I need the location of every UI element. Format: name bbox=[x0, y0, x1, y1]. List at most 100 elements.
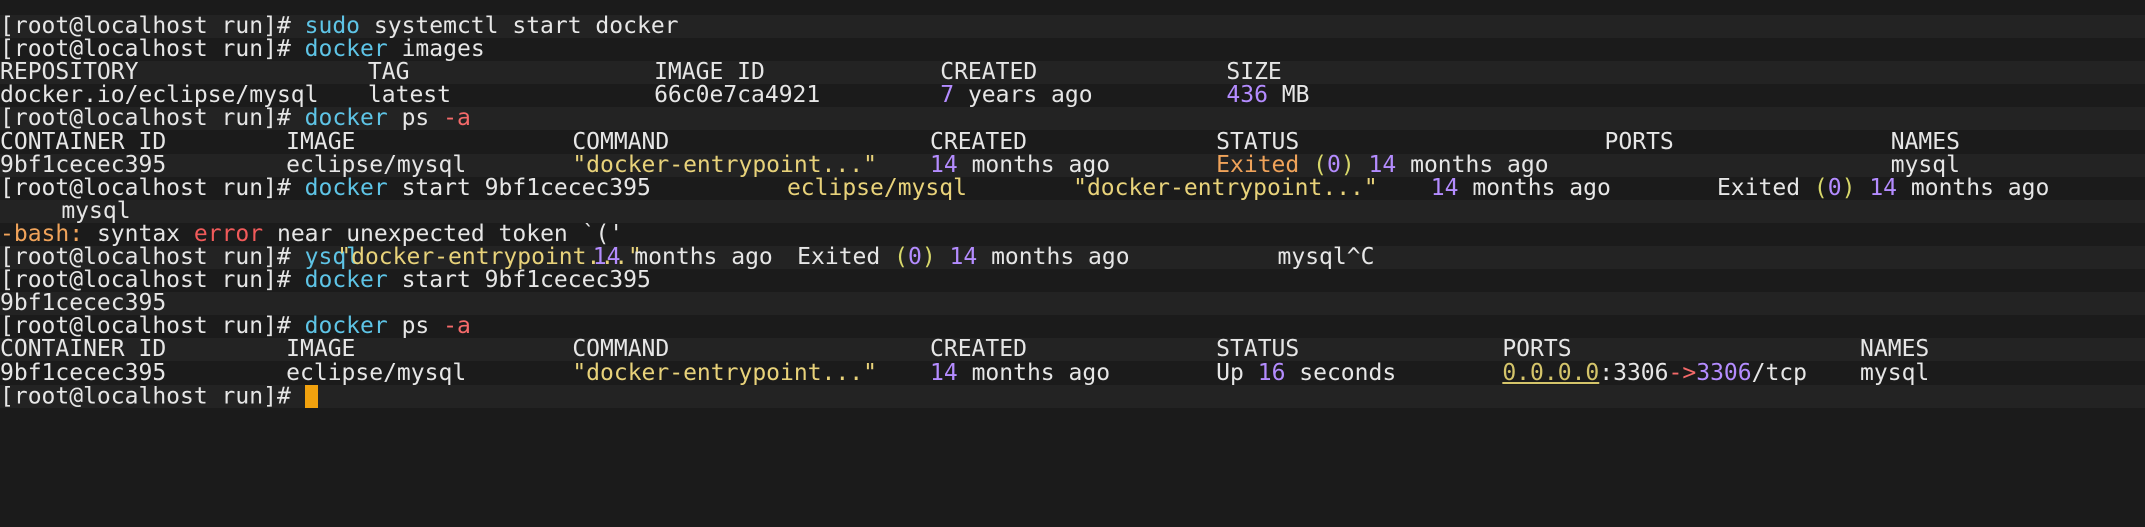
terminal-text: Exited bbox=[1216, 153, 1314, 177]
terminal-column: mysql bbox=[61, 200, 130, 223]
terminal-column: 9bf1cecec395 bbox=[0, 154, 166, 177]
terminal-text: [root@localhost run]# bbox=[0, 246, 305, 270]
terminal-column: CREATED bbox=[940, 61, 1037, 84]
terminal-text: 0 bbox=[1827, 176, 1842, 200]
terminal-text: 14 bbox=[1368, 153, 1397, 177]
terminal-text: TAG bbox=[367, 61, 410, 85]
terminal-text: [root@localhost run]# bbox=[0, 176, 305, 200]
terminal-column: NAMES bbox=[1860, 338, 1929, 361]
terminal-text: 3306 bbox=[1696, 361, 1752, 385]
terminal-text: docker bbox=[304, 107, 388, 131]
terminal-line: [root@localhost run]# bbox=[0, 384, 2145, 408]
terminal-text-run: 9bf1cecec395 bbox=[0, 292, 166, 315]
terminal-column: CREATED bbox=[930, 338, 1027, 361]
terminal-text: eclipse/mysql bbox=[786, 176, 967, 200]
terminal-text: IMAGE bbox=[286, 338, 356, 362]
terminal-output[interactable]: [root@localhost run]# sudo systemctl sta… bbox=[0, 0, 2145, 527]
terminal-column: COMMAND bbox=[572, 131, 669, 154]
terminal-column: PORTS bbox=[1502, 338, 1571, 361]
terminal-text: systemctl start docker bbox=[360, 15, 679, 39]
terminal-column: 0.0.0.0:3306->3306/tcp bbox=[1502, 362, 1807, 385]
terminal-column: Exited (0) 14 months ago bbox=[1216, 154, 1548, 177]
terminal-column: Exited (0) 14 months ago bbox=[1717, 177, 2049, 200]
terminal-column: latest bbox=[368, 84, 451, 107]
terminal-text: months ago bbox=[620, 246, 773, 270]
terminal-text: 9bf1cecec395 bbox=[0, 292, 167, 316]
terminal-text: months ago bbox=[1396, 153, 1549, 177]
terminal-text: months ago bbox=[957, 153, 1111, 177]
terminal-text: COMMAND bbox=[572, 338, 670, 362]
terminal-text: [root@localhost run]# bbox=[0, 15, 305, 39]
terminal-text: "docker-entrypoint..." bbox=[572, 153, 877, 177]
terminal-text: ( bbox=[1813, 176, 1828, 200]
terminal-line: -bash: syntax error near unexpected toke… bbox=[0, 223, 2145, 246]
terminal-text: ) bbox=[1340, 153, 1355, 177]
terminal-line: 9bf1cecec395 bbox=[0, 292, 2145, 316]
terminal-column: CONTAINER ID bbox=[0, 131, 166, 154]
terminal-column: PORTS bbox=[1605, 131, 1674, 154]
terminal-text: Exited bbox=[797, 246, 895, 270]
terminal-text: months ago bbox=[977, 246, 1130, 270]
terminal-column: mysql bbox=[1860, 362, 1929, 385]
terminal-text: NAMES bbox=[1860, 338, 1930, 362]
terminal-text: -bash: bbox=[0, 222, 84, 246]
terminal-text: ) bbox=[1841, 176, 1856, 200]
terminal-column: REPOSITORY bbox=[0, 61, 138, 84]
terminal-text: latest bbox=[367, 84, 451, 108]
terminal-text: eclipse/mysql bbox=[286, 153, 467, 177]
terminal-text: CONTAINER ID bbox=[0, 130, 167, 154]
terminal-text: STATUS bbox=[1216, 338, 1300, 362]
terminal-text: PORTS bbox=[1502, 338, 1572, 362]
terminal-text: [root@localhost run]# bbox=[0, 269, 305, 293]
terminal-text: 14 bbox=[930, 153, 958, 177]
terminal-text-run: [root@localhost run]# bbox=[0, 384, 318, 408]
terminal-text: -a bbox=[443, 107, 471, 131]
terminal-column: STATUS bbox=[1216, 131, 1299, 154]
terminal-text: 0.0.0.0 bbox=[1502, 361, 1600, 385]
terminal-text: images bbox=[387, 38, 485, 62]
terminal-column: 66c0e7ca4921 bbox=[654, 84, 820, 107]
terminal-column: 14 months ago bbox=[930, 154, 1110, 177]
terminal-text: 16 bbox=[1257, 361, 1286, 385]
terminal-line: [root@localhost run]# ysql "docker-entryp… bbox=[0, 246, 2145, 270]
terminal-text: /tcp bbox=[1751, 361, 1807, 385]
terminal-text: -a bbox=[443, 315, 471, 339]
terminal-text: syntax bbox=[83, 222, 194, 246]
terminal-column: "docker-entrypoint..." bbox=[572, 154, 877, 177]
terminal-text: :3306 bbox=[1599, 361, 1669, 385]
terminal-column: NAMES bbox=[1891, 131, 1960, 154]
terminal-column: COMMAND bbox=[572, 338, 669, 361]
terminal-column: 7 years ago bbox=[940, 84, 1092, 107]
terminal-text: mysql bbox=[1890, 153, 1960, 177]
terminal-text: sudo bbox=[304, 15, 361, 39]
terminal-text: IMAGE bbox=[286, 130, 356, 154]
terminal-text: CONTAINER ID bbox=[0, 338, 167, 362]
terminal-column: 9bf1cecec395 bbox=[0, 362, 166, 385]
terminal-line: 9bf1cecec395 eclipse/mysql "docker-entrypo… bbox=[0, 153, 2145, 177]
terminal-text: NAMES bbox=[1890, 130, 1960, 154]
terminal-column: 14 months ago bbox=[930, 362, 1110, 385]
terminal-column: [root@localhost run]# ysql bbox=[0, 246, 360, 269]
terminal-column: mysql^C bbox=[1278, 246, 1375, 269]
terminal-text-run: -bash: syntax error near unexpected toke… bbox=[0, 223, 623, 246]
terminal-text: 9bf1cecec395 bbox=[0, 361, 167, 385]
terminal-text: CREATED bbox=[930, 130, 1027, 154]
terminal-text: [root@localhost run]# bbox=[0, 107, 305, 131]
terminal-column: IMAGE ID bbox=[654, 61, 765, 84]
terminal-text: Exited bbox=[1716, 176, 1814, 200]
terminal-text: [root@localhost run]# bbox=[0, 384, 305, 408]
terminal-text: -> bbox=[1668, 361, 1697, 385]
terminal-text: eclipse/mysql bbox=[286, 361, 467, 385]
terminal-text: "docker-entrypoint..." bbox=[572, 361, 877, 385]
terminal-text: CREATED bbox=[930, 338, 1027, 362]
terminal-text: mysql bbox=[1860, 361, 1930, 385]
terminal-text-run: [root@localhost run]# docker start 9bf1c… bbox=[0, 269, 651, 292]
terminal-text: ps bbox=[387, 107, 444, 131]
terminal-text: Up bbox=[1216, 361, 1258, 385]
terminal-line: 9bf1cecec395 eclipse/mysql "docker-entrypo… bbox=[0, 362, 2145, 385]
terminal-line: [root@localhost run]# docker images bbox=[0, 38, 2145, 61]
terminal-text: years ago bbox=[954, 84, 1093, 108]
